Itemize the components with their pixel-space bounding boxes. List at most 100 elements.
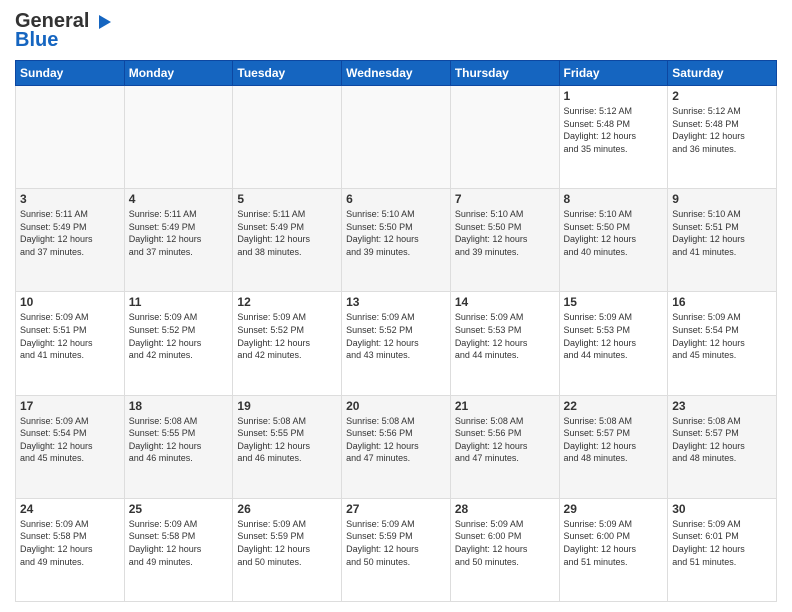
day-number: 13 [346,295,446,309]
day-info: Sunrise: 5:08 AM Sunset: 5:56 PM Dayligh… [346,415,446,465]
day-info: Sunrise: 5:10 AM Sunset: 5:51 PM Dayligh… [672,208,772,258]
day-number: 11 [129,295,229,309]
calendar-cell: 26 Sunrise: 5:09 AM Sunset: 5:59 PM Dayli… [233,498,342,601]
day-number: 19 [237,399,337,413]
day-number: 21 [455,399,555,413]
day-info: Sunrise: 5:09 AM Sunset: 5:53 PM Dayligh… [564,311,664,361]
calendar-cell: 20 Sunrise: 5:08 AM Sunset: 5:56 PM Dayli… [342,395,451,498]
calendar-cell: 11 Sunrise: 5:09 AM Sunset: 5:52 PM Dayli… [124,292,233,395]
day-number: 12 [237,295,337,309]
calendar-cell: 7Sunrise: 5:10 AM Sunset: 5:50 PM Daylig… [450,189,559,292]
calendar-cell: 19 Sunrise: 5:08 AM Sunset: 5:55 PM Dayli… [233,395,342,498]
day-info: Sunrise: 5:09 AM Sunset: 5:53 PM Dayligh… [455,311,555,361]
col-header-wednesday: Wednesday [342,61,451,86]
calendar-cell: 17Sunrise: 5:09 AM Sunset: 5:54 PM Dayli… [16,395,125,498]
calendar-cell: 28Sunrise: 5:09 AM Sunset: 6:00 PM Dayli… [450,498,559,601]
calendar-cell: 8 Sunrise: 5:10 AM Sunset: 5:50 PM Daylig… [559,189,668,292]
page: General Blue SundayMondayTuesdayWednesda… [0,0,792,612]
calendar-cell [16,86,125,189]
calendar-cell: 18 Sunrise: 5:08 AM Sunset: 5:55 PM Dayli… [124,395,233,498]
day-info: Sunrise: 5:09 AM Sunset: 5:52 PM Dayligh… [346,311,446,361]
calendar-cell [450,86,559,189]
day-number: 14 [455,295,555,309]
calendar-cell: 3 Sunrise: 5:11 AM Sunset: 5:49 PM Daylig… [16,189,125,292]
day-info: Sunrise: 5:09 AM Sunset: 6:01 PM Dayligh… [672,518,772,568]
col-header-monday: Monday [124,61,233,86]
day-info: Sunrise: 5:08 AM Sunset: 5:55 PM Dayligh… [129,415,229,465]
day-info: Sunrise: 5:10 AM Sunset: 5:50 PM Dayligh… [455,208,555,258]
week-row-1: 1Sunrise: 5:12 AM Sunset: 5:48 PM Daylig… [16,86,777,189]
day-number: 30 [672,502,772,516]
calendar-cell: 25 Sunrise: 5:09 AM Sunset: 5:58 PM Dayli… [124,498,233,601]
week-row-5: 24 Sunrise: 5:09 AM Sunset: 5:58 PM Dayli… [16,498,777,601]
day-number: 23 [672,399,772,413]
col-header-thursday: Thursday [450,61,559,86]
calendar-cell: 6 Sunrise: 5:10 AM Sunset: 5:50 PM Daylig… [342,189,451,292]
day-info: Sunrise: 5:10 AM Sunset: 5:50 PM Dayligh… [564,208,664,258]
day-info: Sunrise: 5:11 AM Sunset: 5:49 PM Dayligh… [237,208,337,258]
day-info: Sunrise: 5:09 AM Sunset: 6:00 PM Dayligh… [564,518,664,568]
calendar-cell: 1Sunrise: 5:12 AM Sunset: 5:48 PM Daylig… [559,86,668,189]
day-info: Sunrise: 5:09 AM Sunset: 5:54 PM Dayligh… [672,311,772,361]
day-info: Sunrise: 5:09 AM Sunset: 5:52 PM Dayligh… [237,311,337,361]
day-number: 9 [672,192,772,206]
calendar-cell: 12 Sunrise: 5:09 AM Sunset: 5:52 PM Dayli… [233,292,342,395]
col-header-saturday: Saturday [668,61,777,86]
day-number: 20 [346,399,446,413]
day-info: Sunrise: 5:08 AM Sunset: 5:57 PM Dayligh… [672,415,772,465]
day-info: Sunrise: 5:09 AM Sunset: 5:58 PM Dayligh… [20,518,120,568]
day-number: 10 [20,295,120,309]
calendar-cell [233,86,342,189]
calendar-cell: 15 Sunrise: 5:09 AM Sunset: 5:53 PM Dayli… [559,292,668,395]
day-number: 2 [672,89,772,103]
day-number: 25 [129,502,229,516]
calendar-cell: 30 Sunrise: 5:09 AM Sunset: 6:01 PM Dayli… [668,498,777,601]
day-info: Sunrise: 5:11 AM Sunset: 5:49 PM Dayligh… [20,208,120,258]
col-header-tuesday: Tuesday [233,61,342,86]
week-row-2: 3 Sunrise: 5:11 AM Sunset: 5:49 PM Daylig… [16,189,777,292]
day-number: 3 [20,192,120,206]
day-number: 4 [129,192,229,206]
day-info: Sunrise: 5:08 AM Sunset: 5:56 PM Dayligh… [455,415,555,465]
day-number: 24 [20,502,120,516]
day-number: 16 [672,295,772,309]
calendar-cell: 27 Sunrise: 5:09 AM Sunset: 5:59 PM Dayli… [342,498,451,601]
calendar-cell: 4 Sunrise: 5:11 AM Sunset: 5:49 PM Daylig… [124,189,233,292]
day-info: Sunrise: 5:09 AM Sunset: 5:59 PM Dayligh… [346,518,446,568]
header: General Blue [15,10,777,52]
calendar-cell: 13 Sunrise: 5:09 AM Sunset: 5:52 PM Dayli… [342,292,451,395]
day-info: Sunrise: 5:08 AM Sunset: 5:55 PM Dayligh… [237,415,337,465]
day-number: 15 [564,295,664,309]
day-number: 8 [564,192,664,206]
day-info: Sunrise: 5:11 AM Sunset: 5:49 PM Dayligh… [129,208,229,258]
calendar-cell: 21 Sunrise: 5:08 AM Sunset: 5:56 PM Dayli… [450,395,559,498]
calendar-cell: 16 Sunrise: 5:09 AM Sunset: 5:54 PM Dayli… [668,292,777,395]
day-number: 27 [346,502,446,516]
calendar-cell: 9 Sunrise: 5:10 AM Sunset: 5:51 PM Daylig… [668,189,777,292]
calendar-cell: 23 Sunrise: 5:08 AM Sunset: 5:57 PM Dayli… [668,395,777,498]
calendar-cell: 2 Sunrise: 5:12 AM Sunset: 5:48 PM Daylig… [668,86,777,189]
day-info: Sunrise: 5:09 AM Sunset: 5:52 PM Dayligh… [129,311,229,361]
week-row-4: 17Sunrise: 5:09 AM Sunset: 5:54 PM Dayli… [16,395,777,498]
calendar-cell: 14 Sunrise: 5:09 AM Sunset: 5:53 PM Dayli… [450,292,559,395]
day-info: Sunrise: 5:09 AM Sunset: 5:59 PM Dayligh… [237,518,337,568]
day-number: 5 [237,192,337,206]
logo: General Blue [15,10,113,52]
day-number: 17 [20,399,120,413]
calendar-cell: 29 Sunrise: 5:09 AM Sunset: 6:00 PM Dayli… [559,498,668,601]
day-number: 26 [237,502,337,516]
day-number: 18 [129,399,229,413]
calendar-cell: 5 Sunrise: 5:11 AM Sunset: 5:49 PM Daylig… [233,189,342,292]
day-number: 28 [455,502,555,516]
col-header-sunday: Sunday [16,61,125,86]
day-info: Sunrise: 5:12 AM Sunset: 5:48 PM Dayligh… [672,105,772,155]
calendar-table: SundayMondayTuesdayWednesdayThursdayFrid… [15,60,777,602]
logo-icon [91,11,113,33]
day-info: Sunrise: 5:09 AM Sunset: 5:51 PM Dayligh… [20,311,120,361]
day-info: Sunrise: 5:10 AM Sunset: 5:50 PM Dayligh… [346,208,446,258]
day-number: 6 [346,192,446,206]
day-number: 29 [564,502,664,516]
week-row-3: 10 Sunrise: 5:09 AM Sunset: 5:51 PM Dayli… [16,292,777,395]
day-info: Sunrise: 5:09 AM Sunset: 5:58 PM Dayligh… [129,518,229,568]
calendar-cell: 22Sunrise: 5:08 AM Sunset: 5:57 PM Dayli… [559,395,668,498]
